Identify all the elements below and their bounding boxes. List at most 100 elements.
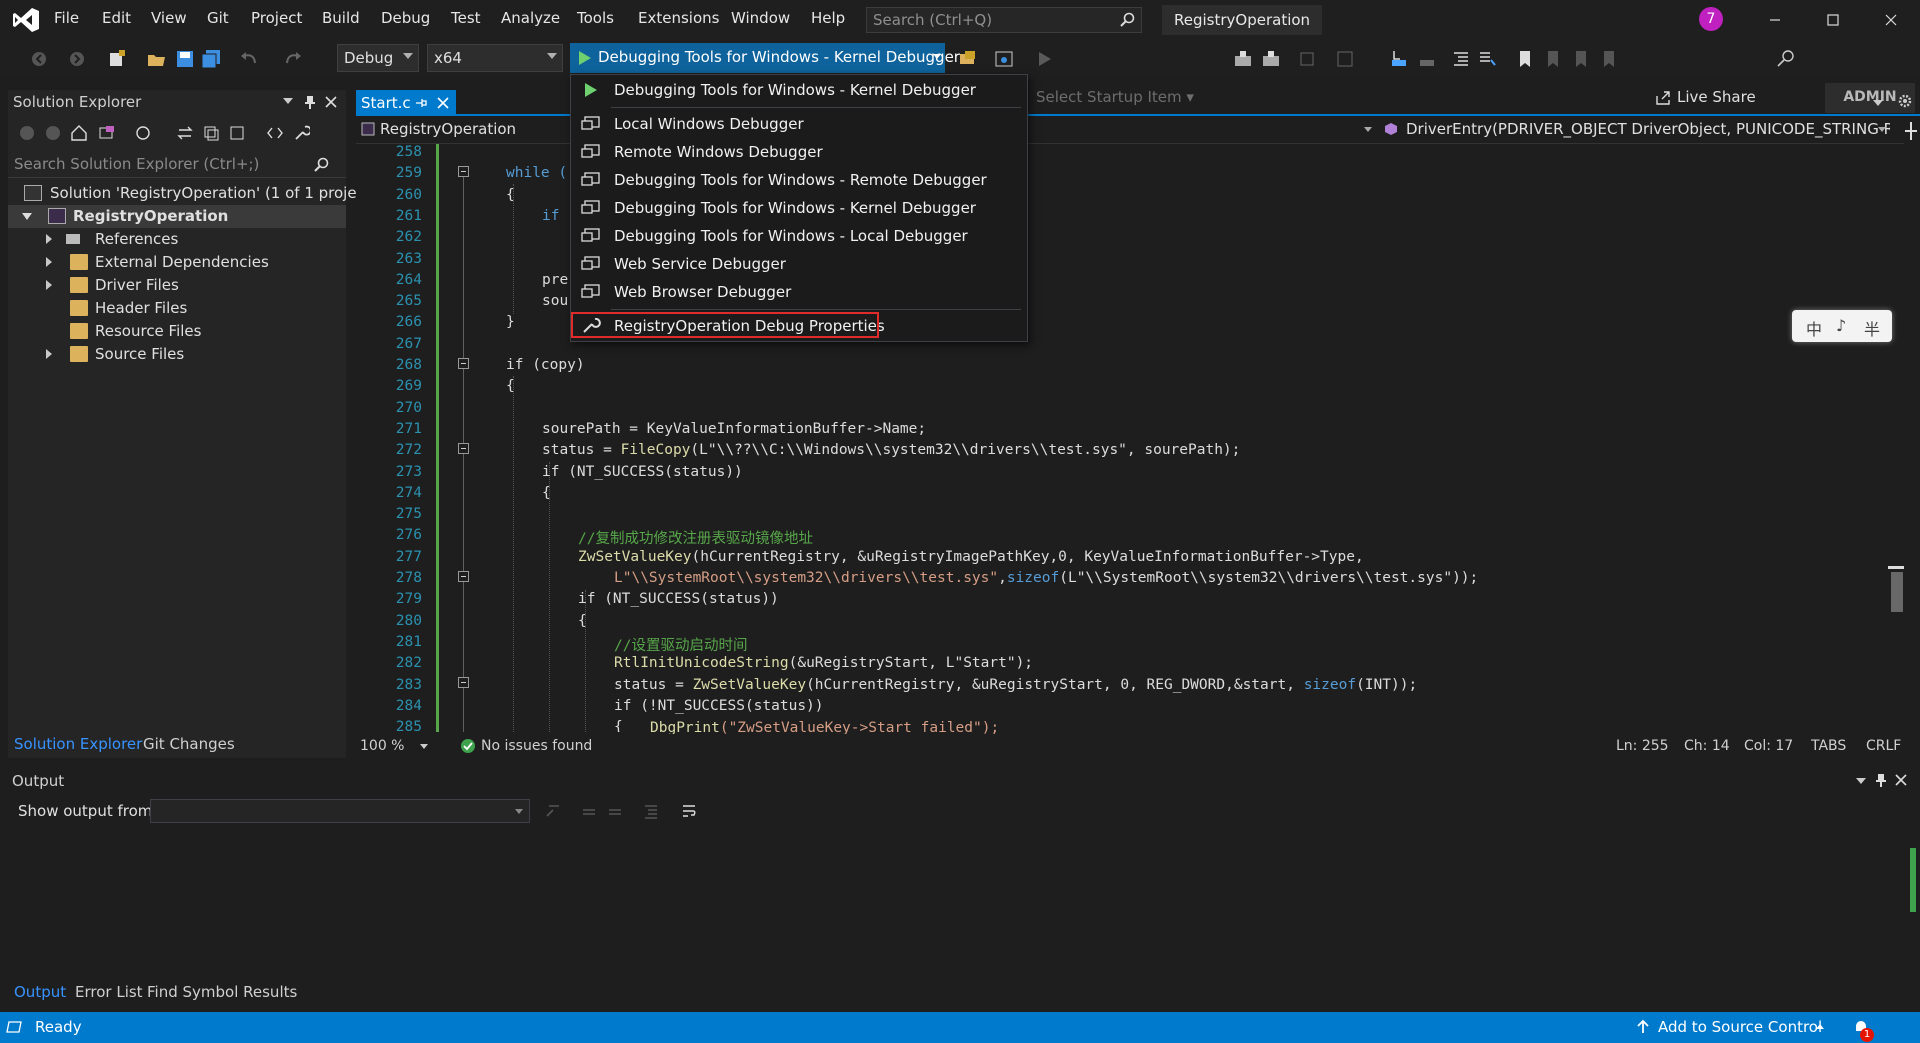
tree-item-resource-files[interactable]: Resource Files xyxy=(8,320,346,343)
menu-item-remote-debugger[interactable]: Debugging Tools for Windows - Remote Deb… xyxy=(571,167,1027,193)
collapse-toggle[interactable] xyxy=(458,358,469,369)
next-message-icon[interactable] xyxy=(606,802,624,820)
tab-output[interactable]: Output xyxy=(14,983,66,1001)
view-code-icon[interactable] xyxy=(266,124,284,142)
chevron-down-icon[interactable] xyxy=(1878,127,1886,132)
tree-item-external-dependencies[interactable]: External Dependencies xyxy=(8,251,346,274)
issues-status[interactable]: No issues found xyxy=(481,738,592,754)
pin-icon[interactable] xyxy=(415,97,427,109)
tab-find-symbol-results[interactable]: Find Symbol Results xyxy=(147,983,297,1001)
collapse-toggle[interactable] xyxy=(458,571,469,582)
tree-project[interactable]: RegistryOperation xyxy=(8,205,346,228)
save-all-icon[interactable] xyxy=(200,48,222,70)
menu-view[interactable]: View xyxy=(151,9,187,27)
pending-changes-filter-icon[interactable] xyxy=(134,124,152,142)
undo-icon[interactable] xyxy=(238,48,260,70)
navigate-back-icon[interactable] xyxy=(28,48,50,70)
browser-link-icon[interactable] xyxy=(993,48,1015,70)
start-without-debugging-icon[interactable] xyxy=(1034,48,1056,70)
menu-item-kernel-debugger[interactable]: Debugging Tools for Windows - Kernel Deb… xyxy=(571,195,1027,221)
previous-message-icon[interactable] xyxy=(580,802,598,820)
tab-list-dropdown-icon[interactable] xyxy=(1873,100,1883,106)
collapse-toggle[interactable] xyxy=(458,443,469,454)
pin-icon[interactable] xyxy=(1874,772,1888,788)
back-icon[interactable] xyxy=(18,124,36,142)
uncomment-lines-icon[interactable] xyxy=(1476,48,1498,70)
collapse-all-icon[interactable] xyxy=(202,124,220,142)
menu-item-kernel-debugger-current[interactable]: Debugging Tools for Windows - Kernel Deb… xyxy=(571,77,1027,103)
menu-item-web-browser-debugger[interactable]: Web Browser Debugger xyxy=(571,279,1027,305)
platform-select[interactable]: x64 xyxy=(427,44,563,72)
menu-debug[interactable]: Debug xyxy=(381,9,430,27)
chevron-up-icon[interactable] xyxy=(1816,1024,1824,1029)
sync-icon[interactable] xyxy=(176,124,194,142)
close-icon[interactable] xyxy=(1894,773,1908,787)
properties-wrench-icon[interactable] xyxy=(292,124,310,142)
comment-lines-icon[interactable] xyxy=(1450,48,1472,70)
add-to-source-control-button[interactable]: Add to Source Control xyxy=(1658,1018,1822,1036)
menu-git[interactable]: Git xyxy=(207,9,229,27)
next-bookmark-icon[interactable] xyxy=(1570,48,1592,70)
build-icon[interactable] xyxy=(1232,48,1254,70)
ime-toolbar[interactable]: 中 ♪ 半 xyxy=(1792,310,1892,342)
close-icon[interactable] xyxy=(324,95,338,109)
collapse-toggle[interactable] xyxy=(458,677,469,688)
open-folder-icon[interactable] xyxy=(146,48,168,70)
minimize-button[interactable] xyxy=(1762,8,1788,32)
tab-start-c[interactable]: Start.c xyxy=(356,90,456,116)
tab-error-list[interactable]: Error List xyxy=(75,983,143,1001)
tree-solution[interactable]: Solution 'RegistryOperation' (1 of 1 pro… xyxy=(8,182,377,205)
indent-mode[interactable]: TABS xyxy=(1811,738,1846,754)
previous-bookmark-icon[interactable] xyxy=(1542,48,1564,70)
clear-all-icon[interactable] xyxy=(642,802,660,820)
close-window-button[interactable] xyxy=(1878,8,1904,32)
menu-item-local-windows-debugger[interactable]: Local Windows Debugger xyxy=(571,111,1027,137)
redo-icon[interactable] xyxy=(282,48,304,70)
menu-tools[interactable]: Tools xyxy=(577,9,614,27)
maximize-button[interactable] xyxy=(1820,8,1846,32)
save-icon[interactable] xyxy=(174,48,196,70)
collapse-toggle[interactable] xyxy=(458,166,469,177)
solution-explorer-search-input[interactable]: Search Solution Explorer (Ctrl+;) xyxy=(8,152,346,178)
tree-item-source-files[interactable]: Source Files xyxy=(8,343,346,366)
menu-analyze[interactable]: Analyze xyxy=(501,9,560,27)
scrollbar-thumb[interactable] xyxy=(1891,572,1903,612)
tree-item-driver-files[interactable]: Driver Files xyxy=(8,274,346,297)
forward-icon[interactable] xyxy=(44,124,62,142)
menu-extensions[interactable]: Extensions xyxy=(638,9,719,27)
home-icon[interactable] xyxy=(70,124,88,142)
pin-icon[interactable] xyxy=(303,94,317,110)
show-all-files-icon[interactable] xyxy=(228,124,246,142)
menu-help[interactable]: Help xyxy=(811,9,845,27)
ime-chinese-mode[interactable]: 中 xyxy=(1806,316,1822,340)
vertical-scrollbar[interactable] xyxy=(1888,144,1904,732)
panel-options-icon[interactable] xyxy=(1856,778,1866,784)
cancel-build-icon[interactable] xyxy=(1296,48,1318,70)
tree-item-header-files[interactable]: Header Files xyxy=(8,297,346,320)
menu-window[interactable]: Window xyxy=(731,9,790,27)
ime-punctuation-mode[interactable]: ♪ xyxy=(1836,316,1846,335)
bookmark-icon[interactable] xyxy=(1514,48,1536,70)
close-icon[interactable] xyxy=(437,97,449,109)
process-attach-icon[interactable] xyxy=(957,48,979,70)
menu-project[interactable]: Project xyxy=(251,9,302,27)
menu-item-remote-windows-debugger[interactable]: Remote Windows Debugger xyxy=(571,139,1027,165)
word-wrap-icon[interactable] xyxy=(680,802,698,820)
tree-item-references[interactable]: References xyxy=(8,228,346,251)
menu-file[interactable]: File xyxy=(54,9,79,27)
ime-width-mode[interactable]: 半 xyxy=(1864,316,1880,340)
menu-item-web-service-debugger[interactable]: Web Service Debugger xyxy=(571,251,1027,277)
menu-build[interactable]: Build xyxy=(322,9,360,27)
navigate-forward-icon[interactable] xyxy=(66,48,88,70)
clear-bookmarks-icon[interactable] xyxy=(1598,48,1620,70)
configuration-select[interactable]: Debug xyxy=(337,44,419,72)
gear-icon[interactable] xyxy=(1898,94,1912,108)
zoom-level[interactable]: 100 % xyxy=(360,738,404,754)
line-endings[interactable]: CRLF xyxy=(1866,738,1901,754)
nav-function-select[interactable]: DriverEntry(PDRIVER_OBJECT DriverObject,… xyxy=(1384,119,1890,141)
step-into-icon[interactable] xyxy=(1388,48,1410,70)
switch-views-icon[interactable] xyxy=(98,124,116,142)
rebuild-icon[interactable] xyxy=(1260,48,1282,70)
step-over-icon[interactable] xyxy=(1416,48,1438,70)
menu-item-local-debugger[interactable]: Debugging Tools for Windows - Local Debu… xyxy=(571,223,1027,249)
